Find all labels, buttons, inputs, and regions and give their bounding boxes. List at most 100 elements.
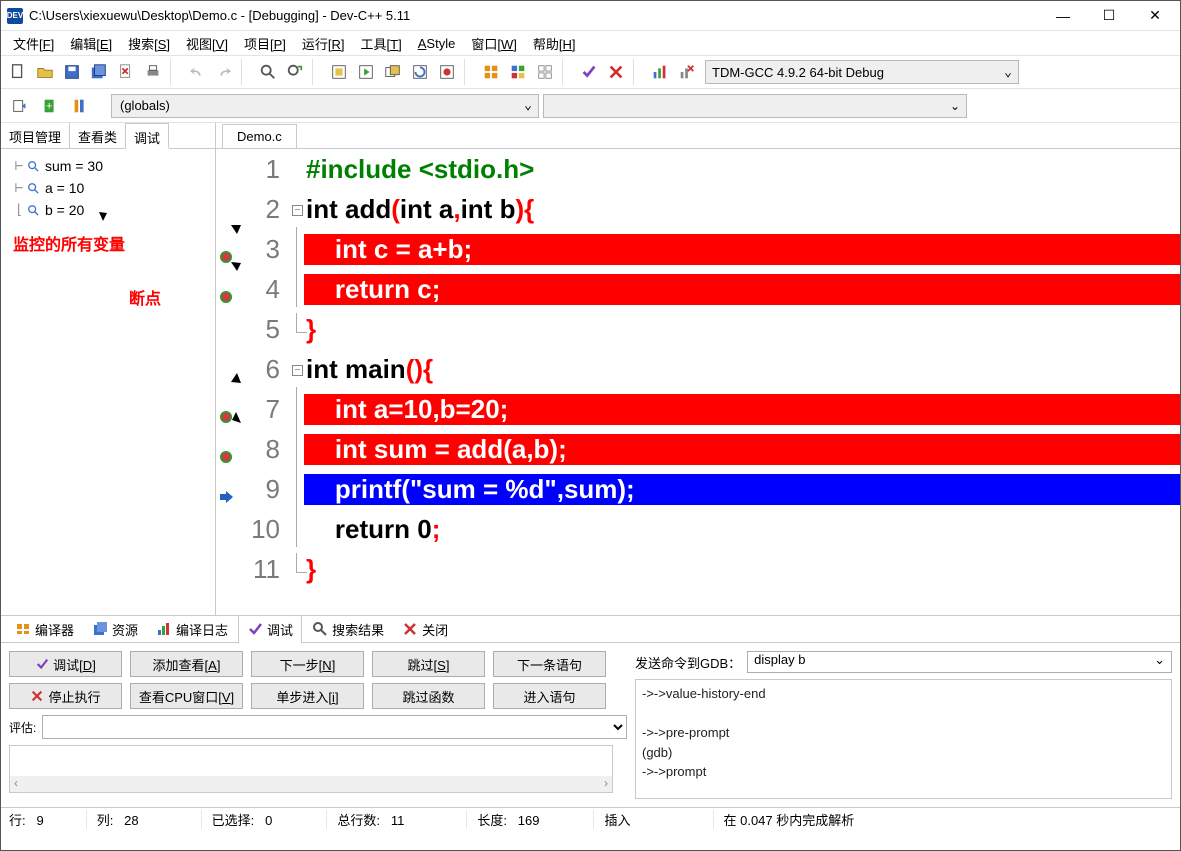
rebuild-button[interactable] — [407, 59, 433, 85]
app-icon: DEV — [7, 8, 23, 24]
tool-grid3[interactable] — [532, 59, 558, 85]
debug-button[interactable]: 添加查看[A] — [130, 651, 243, 677]
code-line[interactable]: 4 return c; — [216, 269, 1180, 309]
tab-icon — [156, 621, 172, 637]
breakpoint-icon[interactable] — [218, 241, 234, 257]
bookmark-list-button[interactable] — [67, 93, 93, 119]
sidebar: 项目管理查看类调试 ⊢sum = 30⊢a = 10⌊b = 20 监控的所有变… — [1, 123, 216, 615]
menu-item[interactable]: 视图[V] — [180, 32, 234, 55]
current-line-icon — [218, 481, 234, 497]
sidebar-tab[interactable]: 项目管理 — [1, 123, 70, 148]
navigator-back-button[interactable] — [7, 93, 33, 119]
eval-output[interactable]: ‹› — [9, 745, 613, 793]
code-line[interactable]: 9 printf("sum = %d",sum); — [216, 469, 1180, 509]
debug-button[interactable]: 调试[D] — [9, 651, 122, 677]
bottom-tab[interactable]: 编译日志 — [148, 616, 236, 643]
check-button[interactable] — [576, 59, 602, 85]
menu-item[interactable]: 窗口[W] — [465, 32, 523, 55]
replace-button[interactable] — [282, 59, 308, 85]
bottom-tabs: 编译器资源编译日志调试搜索结果关闭 — [1, 615, 1180, 643]
sidebar-tab[interactable]: 查看类 — [70, 123, 126, 148]
close-button[interactable]: ✕ — [1132, 1, 1178, 31]
tab-icon — [312, 621, 328, 637]
menu-item[interactable]: 文件[F] — [7, 32, 60, 55]
watch-item[interactable]: ⊢sum = 30 — [11, 155, 211, 177]
debug-button[interactable] — [434, 59, 460, 85]
code-line[interactable]: 11} — [216, 549, 1180, 589]
menu-item[interactable]: 编辑[E] — [64, 32, 118, 55]
save-button[interactable] — [59, 59, 85, 85]
menu-item[interactable]: 帮助[H] — [527, 32, 582, 55]
close-file-button[interactable] — [113, 59, 139, 85]
function-selector[interactable] — [543, 94, 967, 118]
tool-grid1[interactable] — [478, 59, 504, 85]
bottom-tab[interactable]: 编译器 — [7, 616, 82, 643]
new-file-button[interactable] — [5, 59, 31, 85]
code-line[interactable]: 5} — [216, 309, 1180, 349]
scope-selector[interactable]: (globals) — [111, 94, 539, 118]
gdb-command-input[interactable]: display b — [747, 651, 1172, 673]
debug-button[interactable]: 下一条语句 — [493, 651, 606, 677]
add-bookmark-button[interactable]: + — [37, 93, 63, 119]
debug-button[interactable]: 查看CPU窗口[V] — [130, 683, 243, 709]
code-line[interactable]: 2−int add(int a,int b){ — [216, 189, 1180, 229]
menu-item[interactable]: 工具[T] — [355, 32, 408, 55]
breakpoint-icon[interactable] — [218, 441, 234, 457]
breakpoint-icon[interactable] — [218, 281, 234, 297]
editor: Demo.c 1#include <stdio.h>2−int add(int … — [216, 123, 1180, 615]
bottom-tab[interactable]: 关闭 — [394, 616, 456, 643]
tool-grid2[interactable] — [505, 59, 531, 85]
cancel-x-button[interactable] — [603, 59, 629, 85]
chart-button[interactable] — [647, 59, 673, 85]
code-line[interactable]: 10 return 0; — [216, 509, 1180, 549]
main-toolbar: TDM-GCC 4.9.2 64-bit Debug — [1, 55, 1180, 89]
menu-item[interactable]: 项目[P] — [238, 32, 292, 55]
bottom-tab[interactable]: 搜索结果 — [304, 616, 392, 643]
minimize-button[interactable]: — — [1040, 1, 1086, 31]
tab-icon — [15, 621, 31, 637]
open-button[interactable] — [32, 59, 58, 85]
run-button[interactable] — [353, 59, 379, 85]
gdb-send-label: 发送命令到GDB： — [635, 653, 741, 672]
editor-tab-active[interactable]: Demo.c — [222, 124, 297, 148]
debug-button[interactable]: 跳过[S] — [372, 651, 485, 677]
gdb-output[interactable]: ->->value-history-end ->->pre-prompt(gdb… — [635, 679, 1172, 799]
save-all-button[interactable] — [86, 59, 112, 85]
bottom-tab[interactable]: 资源 — [84, 616, 146, 643]
undo-button[interactable] — [184, 59, 210, 85]
breakpoint-icon[interactable] — [218, 401, 234, 417]
debug-button[interactable]: 停止执行 — [9, 683, 122, 709]
eval-label: 评估: — [9, 719, 36, 736]
compiler-selector[interactable]: TDM-GCC 4.9.2 64-bit Debug — [705, 60, 1019, 84]
bottom-tab[interactable]: 调试 — [238, 615, 302, 644]
code-line[interactable]: 8 int sum = add(a,b); — [216, 429, 1180, 469]
debug-button[interactable]: 进入语句 — [493, 683, 606, 709]
chart-x-button[interactable] — [674, 59, 700, 85]
maximize-button[interactable]: ☐ — [1086, 1, 1132, 31]
eval-input[interactable] — [42, 715, 627, 739]
code-line[interactable]: 6−int main(){ — [216, 349, 1180, 389]
redo-button[interactable] — [211, 59, 237, 85]
debug-button[interactable]: 单步进入[i] — [251, 683, 364, 709]
code-area[interactable]: 1#include <stdio.h>2−int add(int a,int b… — [216, 149, 1180, 615]
print-button[interactable] — [140, 59, 166, 85]
tab-icon — [92, 621, 108, 637]
watch-list[interactable]: ⊢sum = 30⊢a = 10⌊b = 20 — [1, 149, 215, 225]
compile-button[interactable] — [326, 59, 352, 85]
sidebar-tab[interactable]: 调试 — [126, 123, 169, 149]
find-button[interactable] — [255, 59, 281, 85]
tab-icon — [247, 621, 263, 637]
code-line[interactable]: 3 int c = a+b; — [216, 229, 1180, 269]
menu-item[interactable]: AStyle — [412, 34, 462, 53]
code-line[interactable]: 1#include <stdio.h> — [216, 149, 1180, 189]
title-bar: DEV C:\Users\xiexuewu\Desktop\Demo.c - [… — [1, 1, 1180, 31]
code-line[interactable]: 7 int a=10,b=20; — [216, 389, 1180, 429]
watch-item[interactable]: ⌊b = 20 — [11, 199, 211, 221]
debug-button[interactable]: 下一步[N] — [251, 651, 364, 677]
debug-button[interactable]: 跳过函数 — [372, 683, 485, 709]
menu-item[interactable]: 搜索[S] — [122, 32, 176, 55]
menu-item[interactable]: 运行[R] — [296, 32, 351, 55]
watch-item[interactable]: ⊢a = 10 — [11, 177, 211, 199]
annotation-watch-vars: 监控的所有变量 — [13, 231, 125, 255]
compile-run-button[interactable] — [380, 59, 406, 85]
